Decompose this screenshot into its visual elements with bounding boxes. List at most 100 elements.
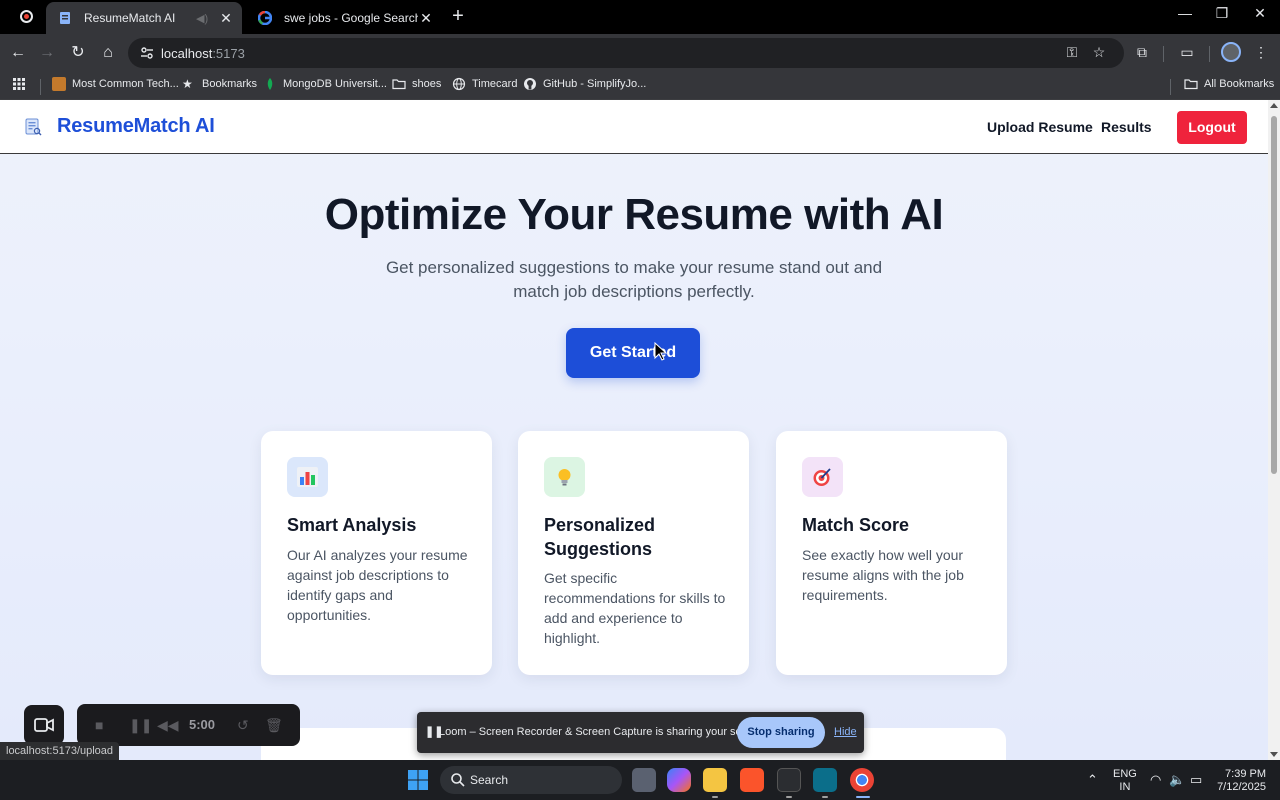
- minimize-icon[interactable]: —: [1170, 5, 1200, 21]
- show-hidden-icons-icon[interactable]: ⌃: [1087, 772, 1098, 788]
- pause-icon[interactable]: ❚❚: [129, 717, 152, 734]
- tab-audio-icon[interactable]: ◀): [196, 12, 212, 25]
- bookmark-most-common-tech[interactable]: Most Common Tech...: [52, 77, 179, 91]
- profile-avatar[interactable]: [1221, 42, 1241, 62]
- task-view-icon[interactable]: [632, 768, 656, 792]
- get-started-button[interactable]: Get Started: [566, 328, 700, 378]
- windows-start-icon[interactable]: [408, 770, 428, 790]
- rewind-icon[interactable]: ◀◀: [157, 717, 179, 734]
- tab-title: swe jobs - Google Search: [284, 11, 418, 25]
- mouse-cursor-icon: [654, 342, 668, 361]
- back-icon[interactable]: ←: [7, 42, 29, 64]
- more-menu-icon[interactable]: ⋮: [1252, 44, 1270, 62]
- taskbar-search[interactable]: Search: [440, 766, 622, 794]
- taskbar-search-label: Search: [470, 773, 509, 787]
- bookmark-favicon-icon: [52, 77, 66, 91]
- scrollbar-thumb[interactable]: [1271, 116, 1277, 474]
- url-host: localhost: [161, 46, 213, 61]
- hero-title: Optimize Your Resume with AI: [324, 190, 944, 239]
- feature-card-smart-analysis: Smart Analysis Our AI analyzes your resu…: [261, 431, 492, 675]
- forward-icon[interactable]: →: [36, 42, 58, 64]
- address-bar[interactable]: localhost:5173 ⚿ ☆: [128, 38, 1124, 68]
- bookmark-label: GitHub - SimplifyJo...: [543, 78, 647, 90]
- url-port: :5173: [212, 46, 245, 61]
- close-window-icon[interactable]: ✕: [1245, 5, 1275, 22]
- bar-chart-icon: [287, 457, 328, 497]
- logout-button[interactable]: Logout: [1177, 111, 1247, 144]
- page-scrollbar[interactable]: [1268, 100, 1280, 760]
- stop-recording-icon[interactable]: ■: [95, 717, 103, 733]
- feature-description: See exactly how well your resume aligns …: [802, 547, 964, 603]
- running-indicator: [822, 796, 828, 798]
- tab-google-search[interactable]: swe jobs - Google Search ✕: [246, 2, 442, 34]
- bookmark-mongodb[interactable]: MongoDB Universit...: [263, 77, 387, 91]
- app-navbar: ResumeMatch AI Upload Resume Results Log…: [0, 100, 1268, 154]
- bookmark-bookmarks[interactable]: ★ Bookmarks: [182, 77, 257, 91]
- toolbar-divider: [1209, 46, 1210, 62]
- battery-icon[interactable]: ▭: [1190, 772, 1202, 788]
- loom-recording-controls: ■ ❚❚ ◀◀ 5:00 ↺ 🗑: [77, 704, 300, 746]
- nav-upload-resume[interactable]: Upload Resume: [987, 119, 1093, 135]
- stop-sharing-button[interactable]: Stop sharing: [737, 717, 825, 748]
- video-camera-icon: [34, 718, 54, 732]
- bookmarks-divider: [1170, 79, 1171, 95]
- feature-description: Get specific recommendations for skills …: [544, 570, 726, 646]
- nav-results[interactable]: Results: [1101, 119, 1152, 135]
- home-icon[interactable]: ⌂: [97, 42, 119, 64]
- bookmark-shoes[interactable]: shoes: [392, 77, 441, 91]
- lightbulb-icon: [544, 457, 585, 497]
- wifi-icon[interactable]: ◠: [1150, 772, 1161, 788]
- terminal-app-icon[interactable]: [813, 768, 837, 792]
- folder-icon: [392, 79, 406, 90]
- extensions-icon[interactable]: ⧉: [1133, 44, 1151, 62]
- bookmarks-bar: Most Common Tech... ★ Bookmarks MongoDB …: [0, 72, 1280, 100]
- feature-card-personalized-suggestions: Personalized Suggestions Get specific re…: [518, 431, 749, 675]
- site-info-icon[interactable]: [140, 46, 154, 60]
- clock[interactable]: 7:39 PM 7/12/2025: [1214, 768, 1266, 794]
- chrome-icon[interactable]: [850, 768, 874, 792]
- apps-grid-icon[interactable]: [12, 77, 26, 91]
- tab-search-icon[interactable]: ▭: [1178, 44, 1196, 62]
- bookmark-timecard[interactable]: Timecard: [452, 77, 517, 91]
- brand[interactable]: ResumeMatch AI: [24, 115, 215, 138]
- file-explorer-icon[interactable]: [703, 768, 727, 792]
- all-bookmarks[interactable]: All Bookmarks: [1184, 77, 1274, 91]
- loom-camera-button[interactable]: [24, 705, 64, 745]
- feature-card-match-score: Match Score See exactly how well your re…: [776, 431, 1007, 675]
- scroll-up-icon[interactable]: [1270, 103, 1278, 108]
- language-code: ENG: [1113, 768, 1137, 780]
- screen-share-bar: ❚❚ Loom – Screen Recorder & Screen Captu…: [417, 712, 864, 753]
- close-tab-icon[interactable]: ✕: [218, 10, 234, 27]
- browser-tab-strip: ResumeMatch AI ◀) ✕ swe jobs - Google Se…: [0, 0, 1280, 34]
- tab-title: ResumeMatch AI: [84, 11, 176, 25]
- feature-title: Smart Analysis: [287, 515, 417, 535]
- search-icon: [451, 773, 465, 787]
- new-tab-icon[interactable]: +: [448, 5, 468, 28]
- bookmark-github[interactable]: GitHub - SimplifyJo...: [523, 77, 646, 91]
- resume-logo-icon: [25, 118, 42, 135]
- maximize-icon[interactable]: ❐: [1207, 5, 1237, 22]
- mongodb-leaf-icon: [267, 78, 273, 90]
- language-indicator[interactable]: ENG IN: [1113, 768, 1137, 794]
- copilot-icon[interactable]: [667, 768, 691, 792]
- restart-icon[interactable]: ↺: [237, 717, 249, 734]
- tab-resumematch[interactable]: ResumeMatch AI ◀) ✕: [46, 2, 242, 34]
- reload-icon[interactable]: ↻: [67, 42, 89, 64]
- bookmark-label: Most Common Tech...: [72, 78, 179, 90]
- trash-icon[interactable]: 🗑: [265, 717, 283, 734]
- bookmarks-divider: [40, 79, 41, 95]
- windows-taskbar: Search ⌃ ENG IN ◠ 🔈 ▭ 7:39 PM 7/12/2025: [0, 760, 1280, 800]
- hide-button[interactable]: Hide: [834, 726, 857, 738]
- app-icon[interactable]: [777, 768, 801, 792]
- volume-icon[interactable]: 🔈: [1169, 772, 1185, 788]
- resumematch-favicon-icon: [60, 12, 70, 24]
- google-favicon-icon: [258, 11, 272, 25]
- close-tab-icon[interactable]: ✕: [418, 10, 434, 27]
- all-bookmarks-label: All Bookmarks: [1204, 78, 1275, 90]
- scroll-down-icon[interactable]: [1270, 752, 1278, 757]
- password-key-icon[interactable]: ⚿: [1063, 44, 1081, 62]
- page-viewport: ResumeMatch AI Upload Resume Results Log…: [0, 100, 1268, 760]
- feature-description: Our AI analyzes your resume against job …: [287, 547, 468, 623]
- bookmark-star-icon[interactable]: ☆: [1090, 44, 1108, 62]
- brave-browser-icon[interactable]: [740, 768, 764, 792]
